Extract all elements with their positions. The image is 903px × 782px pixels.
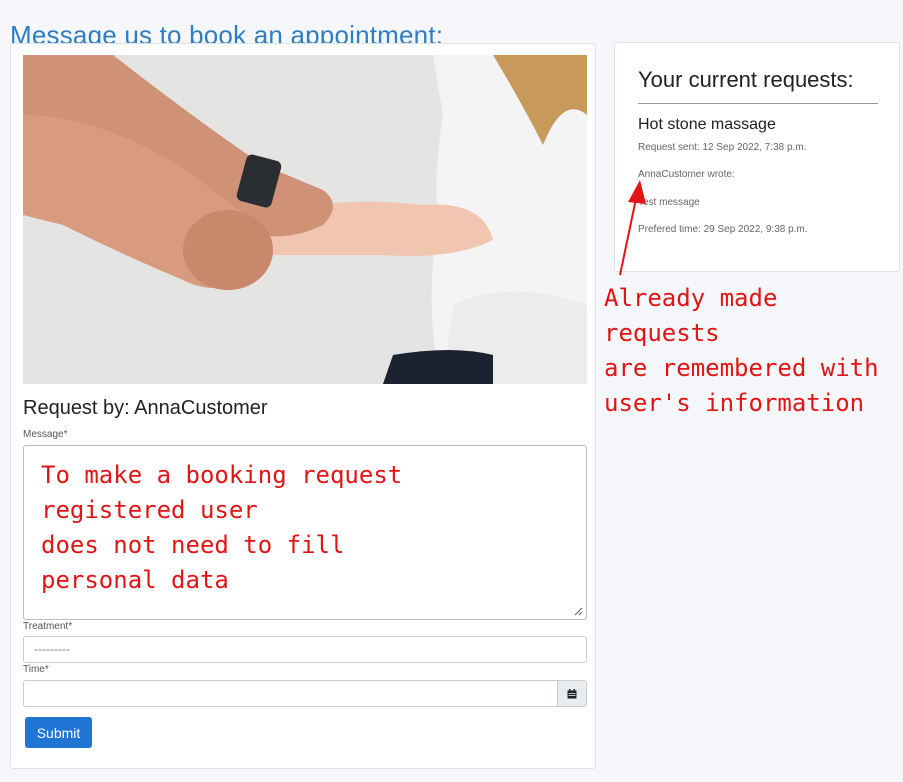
request-by-heading: Request by: AnnaCustomer	[23, 397, 268, 419]
annotation-arrow	[619, 180, 646, 276]
message-textarea[interactable]: To make a booking request registered use…	[23, 445, 587, 620]
side-annotation: Already made requests are remembered wit…	[604, 284, 879, 417]
form-annotation: To make a booking request registered use…	[41, 461, 403, 594]
request-preferred-time: Prefered time: 29 Sep 2022, 9:38 p.m.	[638, 224, 808, 235]
treatment-label: Treatment*	[23, 621, 73, 632]
treatment-select[interactable]: ---------	[23, 636, 587, 663]
time-label: Time*	[23, 664, 49, 675]
current-requests-card: Your current requests: Hot stone massage…	[614, 42, 900, 272]
message-label: Message*	[23, 429, 68, 440]
calendar-button[interactable]	[557, 680, 587, 707]
resize-grip-icon[interactable]	[573, 606, 583, 616]
divider	[638, 103, 878, 104]
requests-heading: Your current requests:	[638, 67, 854, 92]
massage-photo	[23, 55, 587, 384]
request-sent: Request sent: 12 Sep 2022, 7:38 p.m.	[638, 142, 807, 153]
calendar-icon	[567, 688, 577, 698]
request-author: AnnaCustomer wrote:	[638, 169, 735, 180]
time-input[interactable]	[23, 680, 557, 707]
request-treatment: Hot stone massage	[638, 116, 776, 133]
submit-button[interactable]: Submit	[25, 717, 92, 748]
booking-form-card: Request by: AnnaCustomer Message* To mak…	[10, 43, 596, 769]
